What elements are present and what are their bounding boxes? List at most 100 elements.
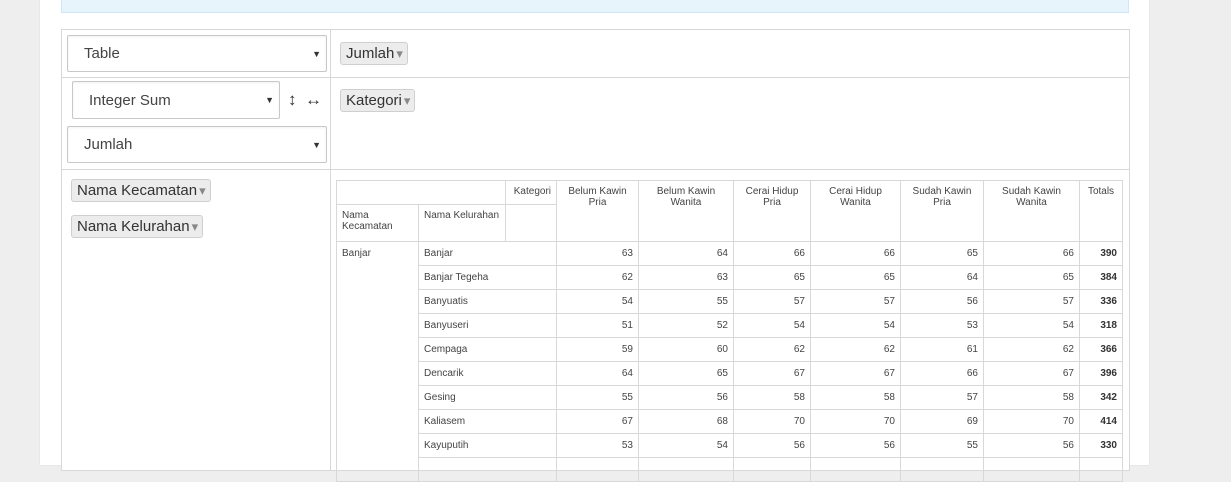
value-cell: 60 bbox=[638, 337, 734, 362]
table-row: Banyuseri 51 52 54 54 53 54 318 bbox=[337, 313, 1123, 338]
value-cell: 70 bbox=[733, 409, 811, 434]
row-axis-label: Nama Kecamatan bbox=[336, 204, 419, 242]
row-total-cell: 342 bbox=[1079, 385, 1123, 410]
value-cell: 64 bbox=[900, 265, 984, 290]
col-header: Sudah Kawin Pria bbox=[900, 180, 984, 242]
row-label-kelurahan: Cempaga bbox=[418, 337, 557, 362]
row-label-kelurahan: Gesing bbox=[418, 385, 557, 410]
renderer-select-value: Table bbox=[84, 45, 120, 62]
value-cell: 54 bbox=[810, 313, 901, 338]
row-total-cell: 396 bbox=[1079, 361, 1123, 386]
field-pill-label: Nama Kecamatan bbox=[77, 182, 198, 199]
field-pill-jumlah[interactable]: Jumlah ▾ bbox=[340, 42, 408, 65]
col-header: Sudah Kawin Wanita bbox=[983, 180, 1080, 242]
table-row: Banyuatis 54 55 57 57 56 57 336 bbox=[337, 289, 1123, 314]
value-cell: 58 bbox=[733, 385, 811, 410]
field-pill-label: Kategori bbox=[346, 92, 402, 109]
value-cell: 56 bbox=[638, 385, 734, 410]
value-cell: 63 bbox=[638, 265, 734, 290]
table-row: Dencarik 64 65 67 67 66 67 396 bbox=[337, 361, 1123, 386]
pivot-output: Kategori Belum Kawin Pria Belum Kawin Wa… bbox=[336, 180, 1123, 482]
row-total-cell: 336 bbox=[1079, 289, 1123, 314]
row-total-cell: 318 bbox=[1079, 313, 1123, 338]
value-cell: 51 bbox=[556, 313, 639, 338]
value-cell bbox=[900, 457, 984, 482]
value-cell: 65 bbox=[638, 361, 734, 386]
corner-cell bbox=[336, 180, 506, 205]
row-total-cell: 366 bbox=[1079, 337, 1123, 362]
value-cell: 66 bbox=[733, 241, 811, 266]
value-cell: 57 bbox=[983, 289, 1080, 314]
value-cell: 52 bbox=[638, 313, 734, 338]
row-label-kelurahan: Banyuseri bbox=[418, 313, 557, 338]
pivot-result-table: Kategori Belum Kawin Pria Belum Kawin Wa… bbox=[336, 180, 1123, 482]
row-label-kelurahan: Banjar Tegeha bbox=[418, 265, 557, 290]
value-cell: 66 bbox=[983, 241, 1080, 266]
value-cell: 56 bbox=[810, 433, 901, 458]
value-cell: 57 bbox=[810, 289, 901, 314]
col-header: Belum Kawin Wanita bbox=[638, 180, 734, 242]
value-cell: 67 bbox=[983, 361, 1080, 386]
filter-triangle-icon[interactable]: ▾ bbox=[404, 93, 411, 109]
value-cell: 58 bbox=[810, 385, 901, 410]
row-label-kelurahan: Kaliasem bbox=[418, 409, 557, 434]
value-cell: 58 bbox=[983, 385, 1080, 410]
value-cell: 65 bbox=[810, 265, 901, 290]
row-total-cell: 414 bbox=[1079, 409, 1123, 434]
value-cell: 65 bbox=[900, 241, 984, 266]
chevron-down-icon: ▼ bbox=[265, 95, 274, 105]
row-label-kelurahan bbox=[418, 457, 557, 482]
divider bbox=[62, 169, 1129, 170]
value-cell: 69 bbox=[900, 409, 984, 434]
value-cell: 62 bbox=[556, 265, 639, 290]
table-row: Kaliasem 67 68 70 70 69 70 414 bbox=[337, 409, 1123, 434]
aggregator-select-value: Integer Sum bbox=[89, 91, 171, 109]
renderer-select[interactable]: Table ▼ bbox=[67, 35, 327, 72]
value-cell: 67 bbox=[556, 409, 639, 434]
table-row: Kayuputih 53 54 56 56 55 56 330 bbox=[337, 433, 1123, 458]
value-cell: 67 bbox=[733, 361, 811, 386]
value-cell: 64 bbox=[556, 361, 639, 386]
table-row: Banjar Banjar 63 64 66 66 65 66 390 bbox=[336, 241, 1123, 482]
value-cell bbox=[638, 457, 734, 482]
value-cell: 56 bbox=[983, 433, 1080, 458]
value-cell: 63 bbox=[556, 241, 639, 266]
table-row: Cempaga 59 60 62 62 61 62 366 bbox=[337, 337, 1123, 362]
row-total-cell: 330 bbox=[1079, 433, 1123, 458]
field-pill-label: Jumlah bbox=[346, 45, 395, 62]
value-cell: 62 bbox=[983, 337, 1080, 362]
value-cell: 56 bbox=[900, 289, 984, 314]
table-row bbox=[337, 457, 1123, 482]
axis-spacer bbox=[505, 204, 557, 242]
aggregator-select[interactable]: Integer Sum ▼ bbox=[72, 81, 280, 119]
totals-header: Totals bbox=[1079, 180, 1123, 242]
divider bbox=[330, 30, 331, 470]
value-cell: 55 bbox=[556, 385, 639, 410]
col-axis-label: Kategori bbox=[505, 180, 557, 205]
swap-cols-icon[interactable]: ↔ bbox=[305, 90, 322, 110]
row-field-pill-kecamatan[interactable]: Nama Kecamatan ▾ bbox=[71, 179, 211, 202]
filter-triangle-icon[interactable]: ▾ bbox=[192, 219, 199, 235]
value-cell: 68 bbox=[638, 409, 734, 434]
value-cell: 57 bbox=[733, 289, 811, 314]
row-field-pill-kelurahan[interactable]: Nama Kelurahan ▾ bbox=[71, 215, 204, 238]
value-cell bbox=[556, 457, 639, 482]
filter-triangle-icon[interactable]: ▾ bbox=[199, 183, 206, 199]
value-cell: 62 bbox=[733, 337, 811, 362]
col-header: Cerai Hidup Pria bbox=[733, 180, 811, 242]
value-cell: 64 bbox=[638, 241, 734, 266]
col-field-pill-kategori[interactable]: Kategori ▾ bbox=[340, 89, 416, 112]
col-header: Belum Kawin Pria bbox=[556, 180, 639, 242]
value-cell: 55 bbox=[638, 289, 734, 314]
row-label-kelurahan: Banyuatis bbox=[418, 289, 557, 314]
filter-triangle-icon[interactable]: ▾ bbox=[396, 46, 403, 62]
table-row: Banjar Tegeha 62 63 65 65 64 65 384 bbox=[337, 265, 1123, 290]
row-group-kecamatan: Banjar bbox=[336, 241, 419, 482]
value-field-select[interactable]: Jumlah ▼ bbox=[67, 126, 327, 163]
chevron-down-icon: ▼ bbox=[312, 139, 321, 150]
value-cell: 57 bbox=[900, 385, 984, 410]
value-cell: 53 bbox=[556, 433, 639, 458]
swap-rows-icon[interactable]: ↕ bbox=[288, 90, 297, 110]
chevron-down-icon: ▼ bbox=[312, 48, 321, 59]
value-cell: 54 bbox=[983, 313, 1080, 338]
